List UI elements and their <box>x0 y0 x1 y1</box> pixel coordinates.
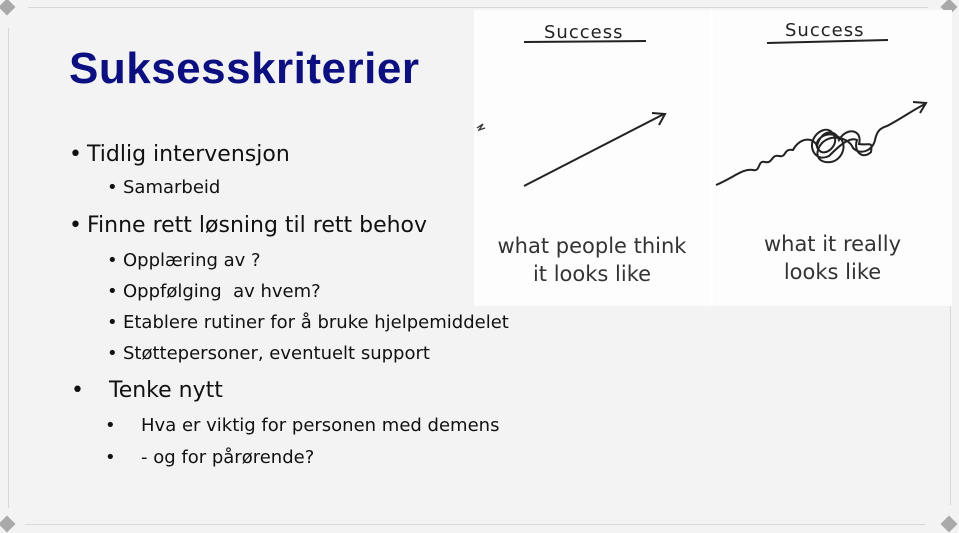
bullet-item: • Tidlig intervensjon <box>69 142 290 167</box>
frame-bottom-line <box>25 524 925 525</box>
corner-ornament-top-left <box>0 0 16 16</box>
bullet-dot: • <box>105 415 116 436</box>
slide-title: Suksesskriterier <box>69 44 420 93</box>
bullet-item: • Støttepersoner, eventuelt support <box>107 343 430 364</box>
straight-arrow-line <box>523 113 665 187</box>
bullet-item: • Opplæring av ? <box>107 250 261 271</box>
bullet-item: • Tenke nytt <box>71 378 223 403</box>
bullet-item: • Samarbeid <box>107 177 221 198</box>
bullet-dot: • <box>69 142 82 167</box>
bullet-dot: • <box>107 343 118 364</box>
bullet-text: Finne rett løsning til rett behov <box>87 213 428 238</box>
bullet-dot: • <box>107 281 118 302</box>
bullet-item: • Finne rett løsning til rett behov <box>69 213 428 238</box>
bullet-dot: • <box>107 312 118 333</box>
bullet-text: - og for pårørende? <box>141 447 315 468</box>
bullet-item: • Oppfølging av hvem? <box>107 281 321 302</box>
frame-left-line <box>8 28 9 508</box>
tangled-path <box>715 103 926 186</box>
bullet-text: Tidlig intervensjon <box>87 142 290 167</box>
bullet-text: Støttepersoner, eventuelt support <box>123 343 430 364</box>
bullet-dot: • <box>105 447 116 468</box>
success-comic-image: Success what people think it looks like … <box>474 10 952 306</box>
caption-line: what it really <box>763 232 902 256</box>
bullet-text: Oppfølging av hvem? <box>123 281 321 302</box>
bullet-dot: • <box>107 177 118 198</box>
panel-caption: what people think it looks like <box>474 232 710 288</box>
scribble-mark <box>476 123 486 132</box>
corner-ornament-bottom-left <box>0 515 16 533</box>
bullet-text: Samarbeid <box>123 177 221 198</box>
bullet-dot: • <box>107 250 118 271</box>
bullet-item: • - og for pårørende? <box>105 447 315 468</box>
panel-reality: Success what it really looks like <box>713 10 952 306</box>
bullet-text: Opplæring av ? <box>123 250 261 271</box>
bullet-item: • Etablere rutiner for å bruke hjelpemid… <box>107 312 509 333</box>
caption-line: it looks like <box>532 262 652 286</box>
bullet-text: Tenke nytt <box>109 378 223 403</box>
bullet-text: Etablere rutiner for å bruke hjelpemidde… <box>123 312 509 333</box>
heading-underline <box>523 40 647 43</box>
panel-perceived: Success what people think it looks like <box>474 10 710 306</box>
frame-top-line <box>28 7 928 8</box>
corner-ornament-bottom-right <box>940 515 958 533</box>
panel-caption: what it really looks like <box>713 230 952 286</box>
heading-underline <box>766 39 889 44</box>
caption-line: what people think <box>497 234 687 258</box>
bullet-dot: • <box>71 378 84 403</box>
bullet-dot: • <box>69 213 82 238</box>
caption-line: looks like <box>783 260 882 284</box>
bullet-text: Hva er viktig for personen med demens <box>141 415 500 436</box>
bullet-item: • Hva er viktig for personen med demens <box>105 415 500 436</box>
